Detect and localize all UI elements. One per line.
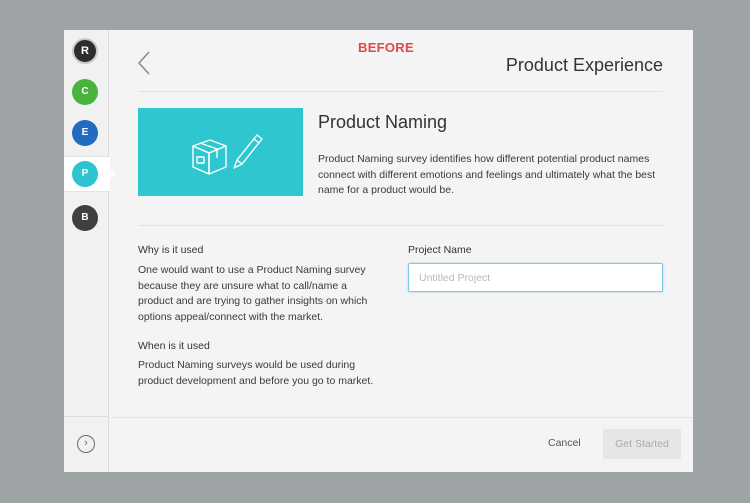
c-icon: C: [81, 86, 89, 97]
sidebar-active-notch: [110, 169, 116, 179]
box-pencil-icon: [192, 134, 263, 175]
header-divider: [138, 91, 663, 92]
when-heading: When is it used: [138, 340, 210, 352]
chevron-right-icon: ›: [84, 437, 88, 449]
when-text: Product Naming surveys would be used dur…: [138, 359, 374, 387]
project-name-label: Project Name: [408, 244, 472, 256]
e-icon: E: [81, 127, 89, 138]
back-button[interactable]: [136, 49, 154, 77]
sidebar-item-c[interactable]: C: [72, 79, 98, 105]
sidebar: R C E P B ›: [64, 30, 110, 472]
get-started-button[interactable]: Get Started: [603, 429, 681, 459]
expand-sidebar-button[interactable]: ›: [77, 435, 95, 453]
b-icon: B: [81, 212, 89, 223]
product-title: Product Naming: [318, 112, 448, 132]
cancel-button[interactable]: Cancel: [548, 437, 581, 449]
r-icon: R: [81, 45, 89, 57]
p-icon: P: [81, 168, 89, 179]
product-description: Product Naming survey identifies how dif…: [318, 153, 656, 196]
sidebar-divider: [64, 416, 109, 417]
modal-window: R C E P B › BEFORE Product Experience Pr…: [64, 30, 693, 472]
before-banner: BEFORE: [358, 40, 414, 55]
why-heading: Why is it used: [138, 244, 204, 256]
chevron-left-icon: [137, 51, 150, 75]
sidebar-item-e[interactable]: E: [72, 120, 98, 146]
footer-divider: [110, 417, 693, 418]
page-title: Product Experience: [505, 55, 663, 75]
project-name-input[interactable]: [408, 263, 663, 292]
sidebar-item-b[interactable]: B: [72, 205, 98, 231]
why-text: One would want to use a Product Naming s…: [138, 264, 368, 323]
product-thumbnail: [138, 108, 303, 196]
content-divider: [138, 225, 663, 226]
sidebar-item-p[interactable]: P: [72, 161, 98, 187]
sidebar-item-r[interactable]: R: [72, 38, 98, 64]
